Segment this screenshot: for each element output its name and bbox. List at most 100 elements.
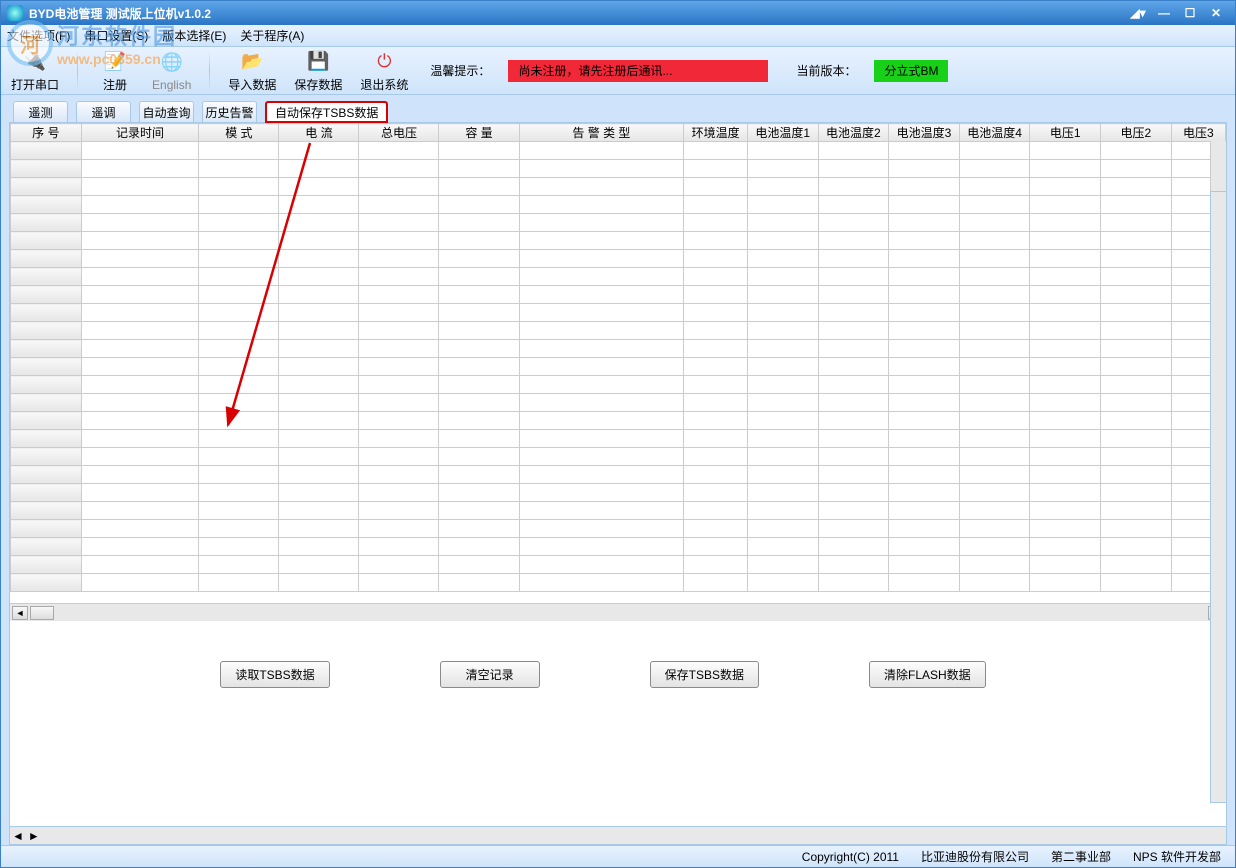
grid-cell[interactable] <box>199 178 279 196</box>
grid-cell[interactable] <box>199 340 279 358</box>
grid-cell[interactable] <box>81 214 199 232</box>
grid-cell[interactable] <box>81 304 199 322</box>
grid-cell[interactable] <box>684 304 748 322</box>
grid-cell[interactable] <box>1030 484 1101 502</box>
grid-cell[interactable] <box>889 340 960 358</box>
grid-cell[interactable] <box>439 574 519 592</box>
grid-cell[interactable] <box>199 430 279 448</box>
grid-cell[interactable] <box>959 574 1030 592</box>
grid-cell[interactable] <box>519 538 684 556</box>
grid-cell[interactable] <box>359 538 439 556</box>
grid-cell[interactable] <box>359 466 439 484</box>
grid-cell[interactable] <box>439 142 519 160</box>
grid-cell[interactable] <box>519 448 684 466</box>
grid-cell[interactable] <box>81 430 199 448</box>
grid-cell[interactable] <box>747 574 818 592</box>
grid-cell[interactable] <box>439 178 519 196</box>
tab-history-alarm[interactable]: 历史告警 <box>202 101 257 123</box>
grid-cell[interactable] <box>747 412 818 430</box>
grid-cell[interactable] <box>81 502 199 520</box>
grid-cell[interactable] <box>1030 358 1101 376</box>
grid-cell[interactable] <box>889 178 960 196</box>
save-tsbs-button[interactable]: 保存TSBS数据 <box>650 661 759 688</box>
grid-cell[interactable] <box>889 574 960 592</box>
dropdown-button[interactable]: ◢▾ <box>1127 5 1149 21</box>
grid-cell[interactable] <box>439 412 519 430</box>
grid-cell[interactable] <box>889 358 960 376</box>
col-seq[interactable]: 序 号 <box>11 124 82 142</box>
grid-cell[interactable] <box>818 574 889 592</box>
grid-cell[interactable] <box>519 250 684 268</box>
col-voltage3[interactable]: 电压3 <box>1171 124 1225 142</box>
grid-cell[interactable] <box>81 520 199 538</box>
grid-cell[interactable] <box>747 376 818 394</box>
grid-cell[interactable] <box>199 160 279 178</box>
grid-cell[interactable] <box>439 232 519 250</box>
grid-cell[interactable] <box>959 250 1030 268</box>
read-tsbs-button[interactable]: 读取TSBS数据 <box>220 661 329 688</box>
grid-cell[interactable] <box>889 466 960 484</box>
grid-cell[interactable] <box>818 250 889 268</box>
grid-cell[interactable] <box>359 232 439 250</box>
grid-cell[interactable] <box>279 376 359 394</box>
grid-cell[interactable] <box>959 322 1030 340</box>
grid-cell[interactable] <box>1030 232 1101 250</box>
grid-cell[interactable] <box>889 250 960 268</box>
grid-cell[interactable] <box>818 196 889 214</box>
grid-cell[interactable] <box>199 412 279 430</box>
grid-cell[interactable] <box>818 142 889 160</box>
grid-cell[interactable] <box>959 466 1030 484</box>
grid-cell[interactable] <box>359 376 439 394</box>
save-button[interactable]: 💾 保存数据 <box>294 48 342 93</box>
grid-cell[interactable] <box>684 322 748 340</box>
col-bat-temp1[interactable]: 电池温度1 <box>747 124 818 142</box>
grid-cell[interactable] <box>81 250 199 268</box>
grid-cell[interactable] <box>519 304 684 322</box>
grid-cell[interactable] <box>519 430 684 448</box>
grid-cell[interactable] <box>684 394 748 412</box>
grid-cell[interactable] <box>279 196 359 214</box>
grid-cell[interactable] <box>1030 196 1101 214</box>
grid-cell[interactable] <box>199 196 279 214</box>
grid-cell[interactable] <box>684 412 748 430</box>
grid-cell[interactable] <box>1030 502 1101 520</box>
grid-cell[interactable] <box>959 430 1030 448</box>
grid-cell[interactable] <box>279 142 359 160</box>
grid-cell[interactable] <box>81 538 199 556</box>
grid-cell[interactable] <box>959 556 1030 574</box>
col-voltage2[interactable]: 电压2 <box>1101 124 1172 142</box>
grid-cell[interactable] <box>818 178 889 196</box>
col-capacity[interactable]: 容 量 <box>439 124 519 142</box>
grid-cell[interactable] <box>359 556 439 574</box>
grid-cell[interactable] <box>1030 556 1101 574</box>
grid-cell[interactable] <box>359 250 439 268</box>
grid-cell[interactable] <box>519 178 684 196</box>
grid-cell[interactable] <box>81 340 199 358</box>
grid-cell[interactable] <box>684 160 748 178</box>
grid-cell[interactable] <box>747 340 818 358</box>
grid-cell[interactable] <box>747 304 818 322</box>
grid-cell[interactable] <box>1030 520 1101 538</box>
grid-cell[interactable] <box>81 286 199 304</box>
close-button[interactable]: ✕ <box>1205 5 1227 21</box>
grid-cell[interactable] <box>359 412 439 430</box>
grid-cell[interactable] <box>959 142 1030 160</box>
tab-auto-query[interactable]: 自动查询 <box>139 101 194 123</box>
grid-cell[interactable] <box>1101 340 1172 358</box>
grid-cell[interactable] <box>439 556 519 574</box>
scroll-left-button[interactable]: ◄ <box>12 829 24 843</box>
grid-cell[interactable] <box>818 448 889 466</box>
grid-cell[interactable] <box>519 232 684 250</box>
grid-cell[interactable] <box>818 466 889 484</box>
grid-cell[interactable] <box>519 268 684 286</box>
grid-cell[interactable] <box>199 394 279 412</box>
grid-cell[interactable] <box>439 322 519 340</box>
grid-cell[interactable] <box>81 376 199 394</box>
tab-auto-save-tsbs[interactable]: 自动保存TSBS数据 <box>265 101 388 123</box>
grid-cell[interactable] <box>199 466 279 484</box>
grid-cell[interactable] <box>279 484 359 502</box>
grid-cell[interactable] <box>279 412 359 430</box>
grid-cell[interactable] <box>439 394 519 412</box>
grid-cell[interactable] <box>81 358 199 376</box>
grid-cell[interactable] <box>1101 376 1172 394</box>
